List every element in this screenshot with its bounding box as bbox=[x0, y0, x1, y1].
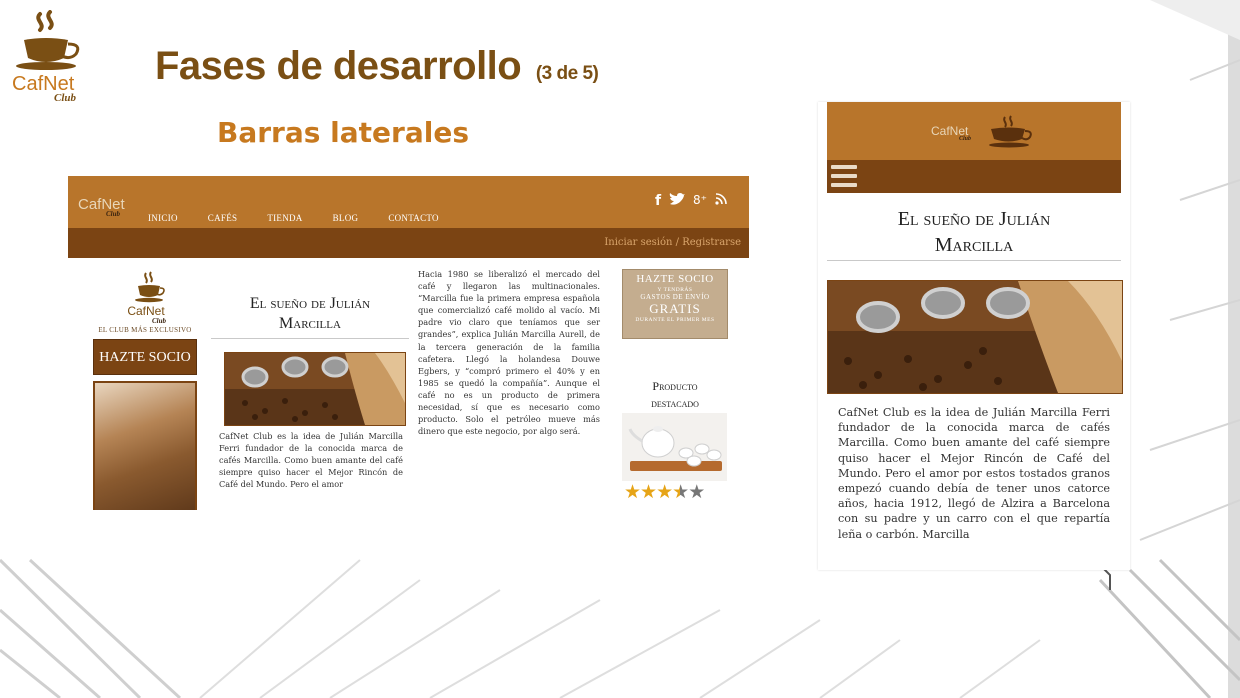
product-rating: ★★★★★ bbox=[624, 481, 705, 503]
coffee-cup-icon bbox=[989, 115, 1032, 148]
promo-line3: GASTOS DE ENVÍO bbox=[640, 293, 710, 301]
twitter-icon[interactable] bbox=[669, 193, 686, 211]
rating-star: ★ bbox=[624, 481, 641, 503]
cafnet-club-logo: CafNet Club bbox=[12, 10, 80, 102]
menu-item-tienda[interactable]: Tienda bbox=[267, 213, 302, 223]
join-button[interactable]: HAZTE SOCIO bbox=[93, 339, 197, 375]
desktop-navbar: CafNet Club Inicio Cafés Tienda Blog Con… bbox=[68, 176, 749, 228]
desktop-brand-club: Club bbox=[106, 210, 121, 218]
hamburger-menu-icon[interactable] bbox=[831, 165, 857, 189]
sidebar-club: Club bbox=[152, 317, 167, 325]
login-links: Iniciar sesión / Registrarse bbox=[604, 237, 741, 248]
promo-line5: DURANTE EL PRIMER MES bbox=[635, 317, 715, 323]
rating-star: ★ bbox=[672, 481, 689, 503]
slide-title-text: Fases de desarrollo bbox=[155, 44, 522, 88]
featured-title-line1: Producto bbox=[652, 379, 698, 393]
mobile-brand-club: Club bbox=[959, 136, 972, 142]
mobile-menu-bar bbox=[827, 160, 1121, 193]
coffee-beans-image bbox=[224, 352, 406, 426]
menu-item-inicio[interactable]: Inicio bbox=[148, 213, 178, 223]
google-plus-icon[interactable]: 8⁺ bbox=[693, 193, 707, 211]
login-link[interactable]: Iniciar sesión bbox=[604, 237, 672, 248]
rating-star: ★ bbox=[640, 481, 657, 503]
promo-line1: HAZTE SOCIO bbox=[636, 273, 714, 285]
coffee-cup-icon bbox=[135, 271, 165, 303]
slide-title: Fases de desarrollo (3 de 5) bbox=[155, 44, 599, 89]
desktop-website-mockup: CafNet Club Inicio Cafés Tienda Blog Con… bbox=[68, 176, 749, 510]
tea-set-product-image[interactable] bbox=[622, 413, 727, 481]
article-title-line1: El sueño de Julián bbox=[249, 295, 371, 312]
register-link[interactable]: Registrarse bbox=[682, 237, 741, 248]
coffee-beans-image bbox=[827, 280, 1123, 394]
rating-star: ★ bbox=[688, 481, 705, 503]
mobile-title-line2: Marcilla bbox=[934, 234, 1014, 256]
article-title-line2: Marcilla bbox=[279, 315, 341, 332]
menu-item-contacto[interactable]: Contacto bbox=[388, 213, 439, 223]
featured-title-line2: destacado bbox=[651, 396, 699, 410]
desktop-login-bar: Iniciar sesión / Registrarse bbox=[68, 228, 749, 258]
featured-product-title: Producto destacado bbox=[622, 378, 728, 412]
sidebar-brand: CafNet bbox=[127, 304, 165, 318]
logo-club-text: Club bbox=[54, 92, 77, 102]
article-text-column-2: Hacia 1980 se liberalizó el mercado del … bbox=[418, 269, 600, 437]
menu-item-blog[interactable]: Blog bbox=[333, 213, 359, 223]
login-separator: / bbox=[675, 237, 680, 248]
slide-title-suffix: (3 de 5) bbox=[535, 63, 599, 84]
rating-star: ★ bbox=[656, 481, 673, 503]
title-divider bbox=[211, 338, 409, 339]
facebook-icon[interactable]: f bbox=[655, 193, 661, 211]
promo-banner[interactable]: HAZTE SOCIO Y TENDRÁS GASTOS DE ENVÍO GR… bbox=[622, 269, 728, 339]
article-title: El sueño de Julián Marcilla bbox=[211, 294, 409, 334]
coffee-sack-image bbox=[93, 381, 197, 510]
desktop-menu: Inicio Cafés Tienda Blog Contacto bbox=[148, 213, 439, 223]
mobile-article-title: El sueño de Julián Marcilla bbox=[827, 206, 1121, 258]
mobile-title-divider bbox=[827, 260, 1121, 261]
rss-icon[interactable] bbox=[715, 193, 727, 211]
social-icons: f 8⁺ bbox=[655, 193, 727, 211]
menu-item-cafes[interactable]: Cafés bbox=[208, 213, 238, 223]
promo-line4: GRATIS bbox=[649, 301, 701, 316]
mobile-article-text: CafNet Club es la idea de Julián Marcill… bbox=[838, 406, 1110, 541]
mobile-title-line1: El sueño de Julián bbox=[897, 208, 1051, 230]
article-text: CafNet Club es la idea de Julián Marcill… bbox=[219, 431, 403, 489]
mobile-header: CafNet Club bbox=[827, 102, 1121, 160]
sidebar-tagline: EL CLUB MÁS EXCLUSIVO bbox=[98, 326, 192, 334]
slide-subtitle: Barras laterales bbox=[217, 116, 469, 149]
mobile-website-mockup: CafNet Club El sueño de Julián Marcilla … bbox=[818, 102, 1130, 570]
